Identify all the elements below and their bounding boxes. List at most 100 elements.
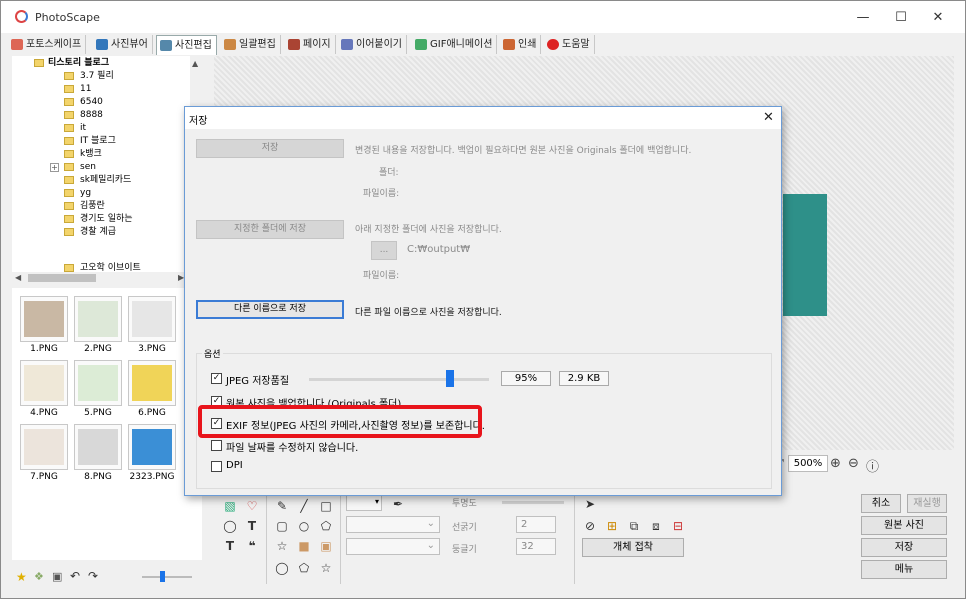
tab-editor[interactable]: 사진편집 — [156, 35, 217, 55]
thumbnail-size-slider[interactable] — [142, 576, 192, 578]
jpeg-quality-value: 95% — [501, 371, 551, 386]
star-shape-icon[interactable]: ☆ — [274, 538, 290, 554]
jpeg-quality-checkbox[interactable]: ✓ — [211, 373, 222, 384]
tab-batch[interactable]: 일괄편집 — [221, 35, 281, 54]
select-arrow-icon[interactable]: ➤ — [582, 496, 598, 512]
filled-star-icon[interactable]: ☆ — [318, 560, 334, 576]
folder-icon — [64, 111, 74, 119]
dialog-close-icon[interactable]: ✕ — [763, 110, 774, 125]
delete-icon[interactable]: ⊘ — [582, 518, 598, 534]
redo-button[interactable]: 재실행 — [907, 494, 947, 513]
add-object-icon[interactable]: ⊞ — [604, 518, 620, 534]
filled-circle-icon[interactable]: ◯ — [274, 560, 290, 576]
thumbnail-toolbar: ★ ❖ ▣ ↶ ↷ — [12, 566, 202, 590]
save-to-folder-button[interactable]: 지정한 폴더에 저장 — [196, 220, 344, 239]
thumbnail[interactable] — [128, 360, 176, 406]
info-icon[interactable]: ⓘ — [866, 456, 879, 475]
menu-button[interactable]: 메뉴 — [861, 560, 947, 579]
scroll-left-icon[interactable]: ◀ — [15, 273, 21, 282]
line-icon[interactable]: ╱ — [296, 498, 312, 514]
speech-bubble-icon[interactable]: ◯ — [222, 518, 238, 534]
tab-gif[interactable]: GIF애니메이션 — [412, 35, 498, 54]
thumbnail-image — [132, 429, 172, 465]
filled-rounded-rect-icon[interactable]: ▣ — [318, 538, 334, 554]
thumbnail[interactable] — [128, 296, 176, 342]
thumbnail[interactable] — [74, 360, 122, 406]
star-icon[interactable]: ★ — [16, 570, 27, 584]
tree-item-label: IT 블로그 — [80, 136, 116, 146]
thumbnail-label: 6.PNG — [138, 408, 166, 418]
brush-icon[interactable]: ✎ — [274, 498, 290, 514]
batch-tab-icon — [224, 39, 236, 50]
color-dropdown[interactable]: ▾ — [346, 494, 382, 511]
thumbnail[interactable] — [20, 360, 68, 406]
folder-open-icon[interactable]: ❖ — [34, 570, 44, 583]
quote-icon[interactable]: ❝ — [244, 538, 260, 554]
dialog-title-bar: 저장 ✕ — [185, 107, 781, 129]
tab-page[interactable]: 페이지 — [285, 35, 336, 54]
tab-print[interactable]: 인쇄 — [500, 35, 542, 54]
reset-object-icon[interactable]: ⊟ — [670, 518, 686, 534]
slider-thumb[interactable] — [160, 571, 165, 582]
text-icon[interactable]: T — [244, 518, 260, 534]
zoom-out-icon[interactable]: ⊖ — [848, 456, 859, 471]
folder-tree[interactable]: 티스토리 블로그 3.7 필리 11 6540 8888 it IT 블로그 k… — [12, 56, 190, 272]
eyedropper-icon[interactable]: ✒ — [390, 496, 406, 512]
thumbnail[interactable] — [74, 424, 122, 470]
filled-rect-icon[interactable]: ■ — [296, 538, 312, 554]
tree-item-label: sen — [80, 162, 96, 172]
jpeg-quality-slider[interactable] — [309, 378, 489, 381]
filled-pentagon-icon[interactable]: ⬠ — [296, 560, 312, 576]
heart-icon[interactable]: ♡ — [244, 498, 260, 514]
dpi-checkbox[interactable] — [211, 461, 222, 472]
circle-icon[interactable]: ○ — [296, 518, 312, 534]
round-input[interactable]: 32 — [516, 538, 556, 555]
save-main-button[interactable]: 저장 — [861, 538, 947, 557]
keep-date-checkbox[interactable] — [211, 440, 222, 451]
tab-viewer[interactable]: 사진뷰어 — [93, 35, 153, 54]
pentagon-icon[interactable]: ⬠ — [318, 518, 334, 534]
fill-dropdown[interactable]: ⌄ — [346, 538, 440, 555]
filename-label-2: 파일이름: — [363, 271, 400, 281]
group-object-icon[interactable]: ⧈ — [648, 518, 664, 534]
thumbnail[interactable] — [20, 296, 68, 342]
save-as-button[interactable]: 다른 이름으로 저장 — [196, 300, 344, 319]
original-photo-button[interactable]: 원본 사진 — [861, 516, 947, 535]
dpi-label: DPI — [226, 460, 243, 471]
rectangle-icon[interactable]: □ — [318, 498, 334, 514]
expand-icon[interactable]: + — [50, 163, 59, 172]
style-dropdown[interactable]: ⌄ — [346, 516, 440, 533]
rounded-rect-icon[interactable]: ▢ — [274, 518, 290, 534]
scroll-thumb[interactable] — [28, 274, 96, 282]
back-arrow-icon[interactable]: ↶ — [70, 569, 80, 583]
thumbnail[interactable] — [20, 424, 68, 470]
divider — [266, 492, 267, 584]
app-title: PhotoScape — [35, 11, 100, 24]
gif-tab-icon — [415, 39, 427, 50]
jpeg-quality-slider-thumb[interactable] — [445, 370, 454, 387]
cancel-button[interactable]: 취소 — [861, 494, 901, 513]
paste-object-button[interactable]: 개체 접착 — [582, 538, 684, 557]
tab-combine[interactable]: 이어붙이기 — [338, 35, 407, 54]
zoom-in-icon[interactable]: ⊕ — [830, 456, 841, 471]
browse-folder-button[interactable]: ... — [371, 241, 397, 260]
thumbnail-label: 8.PNG — [84, 472, 112, 482]
copy-object-icon[interactable]: ⧉ — [626, 518, 642, 534]
thumbnail[interactable] — [74, 296, 122, 342]
tab-photoscape[interactable]: 포토스케이프 — [8, 35, 87, 54]
opacity-slider[interactable] — [502, 501, 564, 504]
camera-icon[interactable]: ▣ — [52, 570, 62, 583]
tree-horizontal-scrollbar[interactable]: ◀ ▶ — [12, 272, 190, 284]
tab-help[interactable]: 도움말 — [544, 35, 595, 54]
zoom-value[interactable]: 500% — [788, 455, 828, 472]
page-tab-icon — [288, 39, 300, 50]
thumbnail[interactable] — [128, 424, 176, 470]
forward-arrow-icon[interactable]: ↷ — [88, 569, 98, 583]
close-window-button[interactable]: ✕ — [915, 7, 961, 29]
thumbnail-image — [78, 365, 118, 401]
text-style-icon[interactable]: T — [222, 538, 238, 554]
image-icon[interactable]: ▧ — [222, 498, 238, 514]
line-width-input[interactable]: 2 — [516, 516, 556, 533]
scroll-up-icon[interactable]: ▲ — [192, 59, 198, 68]
save-button[interactable]: 저장 — [196, 139, 344, 158]
